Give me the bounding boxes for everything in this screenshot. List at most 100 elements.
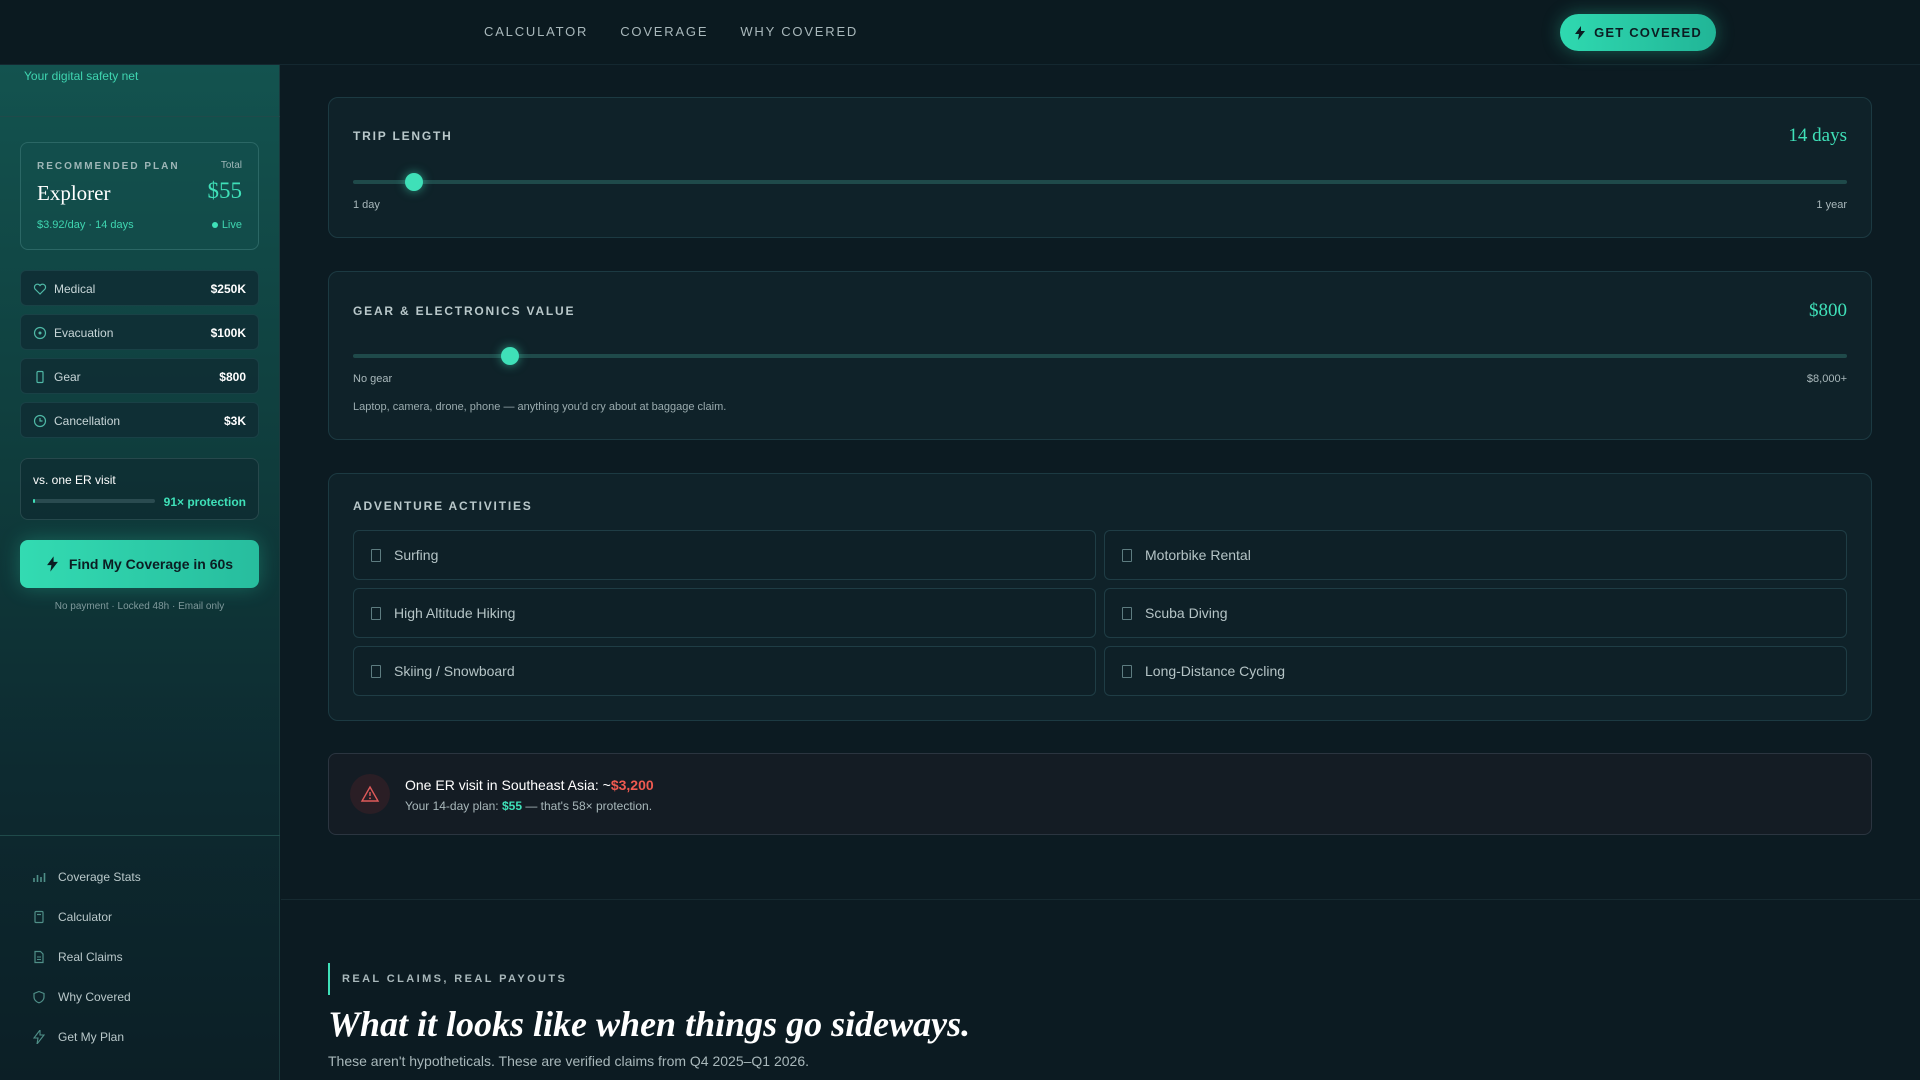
recommended-plan-card: RECOMMENDED PLAN Total Explorer $55 $3.9… [20, 142, 259, 250]
activity-label: High Altitude Hiking [394, 605, 516, 621]
checkbox[interactable] [1122, 549, 1132, 562]
activity-label: Long-Distance Cycling [1145, 663, 1286, 679]
coverage-value: $800 [219, 370, 246, 384]
slider-max-label: 1 year [1816, 199, 1847, 211]
get-covered-button[interactable]: GET COVERED [1560, 14, 1716, 51]
slider-thumb[interactable] [405, 173, 424, 191]
slider-thumb[interactable] [500, 347, 519, 365]
activity-option-skiing-snowboard[interactable]: Skiing / Snowboard [353, 646, 1096, 696]
live-label: Live [221, 219, 242, 231]
coverage-row-medical: Medical $250K [20, 270, 259, 306]
warning-icon [350, 774, 390, 814]
live-dot-icon [211, 222, 218, 228]
gear-hint: Laptop, camera, drone, phone — anything … [353, 401, 727, 413]
alert-headline-text: One ER visit in Southeast Asia: ~ [405, 777, 611, 793]
nav-link-why-covered[interactable]: WHY COVERED [740, 24, 858, 39]
sidebar-item-label: Coverage Stats [58, 870, 141, 884]
activities-title: ADVENTURE ACTIVITIES [353, 499, 533, 513]
sidebar-item-coverage-stats[interactable]: Coverage Stats [32, 870, 141, 884]
er-cost-alert: One ER visit in Southeast Asia: ~$3,200 … [328, 753, 1872, 835]
gear-value-amount: $800 [1809, 300, 1847, 321]
top-nav-links: CALCULATOR COVERAGE WHY COVERED [484, 24, 858, 39]
coverage-label: Evacuation [54, 326, 114, 340]
compass-icon [33, 326, 47, 340]
coverage-value: $250K [210, 282, 246, 296]
trip-length-title: TRIP LENGTH [353, 129, 453, 143]
checkbox[interactable] [371, 665, 381, 678]
find-coverage-label: Find My Coverage in 60s [68, 556, 234, 572]
find-coverage-note: No payment · Locked 48h · Email only [54, 601, 225, 612]
slider-max-label: $8,000+ [1806, 373, 1847, 385]
gear-value-title: GEAR & ELECTRONICS VALUE [353, 304, 576, 318]
coverage-label: Medical [54, 282, 96, 296]
plan-price: $55 [207, 178, 243, 203]
activity-option-motorbike-rental[interactable]: Motorbike Rental [1104, 530, 1847, 580]
activity-option-high-altitude-hiking[interactable]: High Altitude Hiking [353, 588, 1096, 638]
bar-chart-icon [33, 873, 46, 882]
activity-label: Surfing [394, 547, 439, 563]
plan-kicker: RECOMMENDED PLAN [37, 161, 180, 172]
er-cost-amount: $3,200 [610, 777, 654, 793]
live-status: Live [211, 219, 242, 231]
activity-label: Skiing / Snowboard [394, 663, 515, 679]
activity-label: Scuba Diving [1145, 605, 1228, 621]
trip-length-value: 14 days [1788, 125, 1847, 146]
alert-detail: Your 14-day plan: $55 — that's 58× prote… [405, 799, 652, 813]
heart-icon [33, 283, 47, 295]
activity-option-long-distance-cycling[interactable]: Long-Distance Cycling [1104, 646, 1847, 696]
sidebar-item-why-covered[interactable]: Why Covered [32, 990, 131, 1004]
protection-bar-fill [33, 499, 36, 503]
bolt-icon [46, 556, 58, 572]
gear-value-slider[interactable] [353, 347, 1847, 365]
protection-multiplier: 91× protection [163, 495, 246, 509]
shield-icon [33, 990, 45, 1004]
protection-bar [33, 499, 155, 503]
coverage-label: Cancellation [54, 414, 121, 428]
sidebar-item-label: Why Covered [58, 990, 131, 1004]
bolt-icon [1575, 25, 1586, 40]
er-comparison-card: vs. one ER visit 91× protection [20, 458, 259, 520]
find-coverage-button[interactable]: Find My Coverage in 60s [20, 540, 259, 588]
top-navbar: CALCULATOR COVERAGE WHY COVERED GET COVE… [0, 0, 1920, 65]
adventure-activities-panel: ADVENTURE ACTIVITIES Surfing Motorbike R… [328, 473, 1872, 721]
sidebar-divider [0, 835, 280, 836]
calculator-icon [34, 910, 44, 924]
sidebar-item-real-claims[interactable]: Real Claims [32, 950, 123, 964]
checkbox[interactable] [1122, 607, 1132, 620]
slider-min-label: No gear [353, 373, 393, 385]
coverage-label: Gear [54, 370, 81, 384]
coverage-value: $100K [210, 326, 246, 340]
activity-option-scuba-diving[interactable]: Scuba Diving [1104, 588, 1847, 638]
sidebar-divider [0, 116, 280, 117]
checkbox[interactable] [371, 549, 381, 562]
checkbox[interactable] [1122, 665, 1132, 678]
brand-tagline: Your digital safety net [24, 69, 139, 83]
trip-length-panel: TRIP LENGTH 14 days 1 day 1 year [328, 97, 1872, 238]
claims-subtitle: These aren't hypotheticals. These are ve… [328, 1053, 810, 1069]
er-comparison-title: vs. one ER visit [33, 473, 116, 487]
nav-link-coverage[interactable]: COVERAGE [620, 24, 708, 39]
document-icon [34, 950, 44, 964]
claims-title: What it looks like when things go sidewa… [328, 1004, 971, 1044]
gear-value-panel: GEAR & ELECTRONICS VALUE $800 No gear $8… [328, 271, 1872, 440]
alert-detail-suffix: — that's 58× protection. [522, 799, 653, 813]
activity-option-surfing[interactable]: Surfing [353, 530, 1096, 580]
alert-detail-prefix: Your 14-day plan: [405, 799, 502, 813]
bolt-icon [32, 1030, 46, 1044]
clock-icon [33, 414, 47, 428]
slider-min-label: 1 day [353, 199, 380, 211]
checkbox[interactable] [371, 607, 381, 620]
coverage-row-cancellation: Cancellation $3K [20, 402, 259, 438]
trip-length-slider[interactable] [353, 173, 1847, 191]
get-covered-label: GET COVERED [1594, 25, 1702, 40]
claims-kicker: REAL CLAIMS, REAL PAYOUTS [328, 963, 567, 995]
coverage-row-gear: Gear $800 [20, 358, 259, 394]
phone-icon [36, 370, 44, 384]
sidebar-item-get-my-plan[interactable]: Get My Plan [32, 1030, 124, 1044]
plan-cost-amount: $55 [501, 799, 522, 813]
sidebar-item-label: Calculator [58, 910, 113, 924]
sidebar-item-calculator[interactable]: Calculator [32, 910, 112, 924]
plan-rate: $3.92/day · 14 days [37, 219, 134, 231]
nav-link-calculator[interactable]: CALCULATOR [484, 24, 588, 39]
sidebar-item-label: Real Claims [58, 950, 123, 964]
